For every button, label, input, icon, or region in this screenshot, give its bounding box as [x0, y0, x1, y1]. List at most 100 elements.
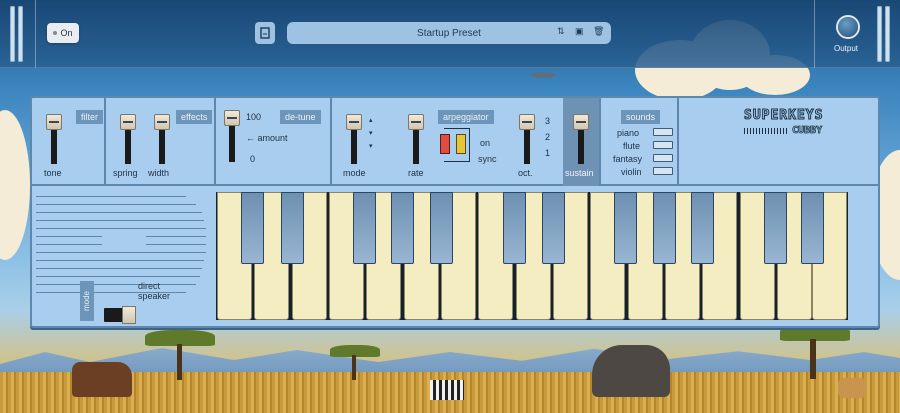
sync-label: sync — [478, 154, 497, 164]
speaker-badge — [102, 230, 146, 252]
input-level-meter-right — [18, 6, 23, 62]
control-strip: filter tone effects spring width 100 de-… — [32, 98, 878, 186]
output-level-meter-left — [877, 6, 882, 62]
sound-flute-label: flute — [623, 141, 641, 151]
antelope — [72, 362, 132, 397]
mode-fader-handle[interactable] — [346, 114, 362, 130]
preset-selector[interactable]: Startup Preset ⇅ ▣ 🗑 — [287, 22, 611, 44]
elephant — [592, 345, 670, 397]
black-key[interactable] — [503, 192, 526, 264]
delete-preset-icon[interactable]: 🗑 — [593, 26, 604, 37]
sound-fantasy-button[interactable] — [653, 154, 673, 162]
power-toggle-button[interactable]: On — [47, 23, 79, 43]
output-level-meter-right — [885, 6, 890, 62]
document-icon — [260, 27, 270, 39]
rate-label: rate — [408, 168, 424, 178]
detune-min-label: 0 — [250, 154, 256, 164]
cloud — [0, 110, 30, 260]
plugin-host-bar: On Startup Preset ⇅ ▣ 🗑 Output — [0, 0, 900, 68]
sound-piano-button[interactable] — [653, 128, 673, 136]
output-label: Output — [834, 44, 859, 53]
direct-speaker-label: direct speaker — [138, 281, 171, 301]
sustain-label: sustain — [565, 168, 594, 178]
logo-stripes — [744, 127, 788, 134]
arpeggiator-section: arpeggiator ▴ ▾ ▾ mode rate on sync 3 2 1 … — [332, 98, 563, 186]
mode-tag: mode — [80, 281, 94, 321]
effects-tag: effects — [176, 110, 213, 124]
octave-value-2: 2 — [545, 132, 551, 142]
sound-fantasy-label: fantasy — [613, 154, 643, 164]
filter-section: filter tone — [32, 98, 106, 186]
acacia-tree — [780, 325, 850, 380]
logo-subtitle: CUBBY — [744, 125, 848, 136]
logo-title: SUPERKEYS — [744, 108, 824, 124]
synth-panel: filter tone effects spring width 100 de-… — [30, 96, 880, 328]
divider — [35, 0, 36, 68]
black-key[interactable] — [653, 192, 676, 264]
mode-label: mode — [343, 168, 366, 178]
black-key[interactable] — [353, 192, 376, 264]
input-level-meter-left — [10, 6, 15, 62]
detune-max-label: 100 — [246, 112, 262, 122]
black-key[interactable] — [614, 192, 637, 264]
superkeys-logo: SUPERKEYS CUBBY — [744, 108, 848, 137]
detune-fader-handle[interactable] — [224, 110, 240, 126]
bird — [530, 72, 556, 78]
sound-flute-button[interactable] — [653, 141, 673, 149]
black-key[interactable] — [241, 192, 264, 264]
black-key[interactable] — [691, 192, 714, 264]
divider — [814, 0, 815, 68]
arp-bracket — [444, 128, 470, 162]
deer — [838, 378, 866, 398]
power-label: On — [60, 28, 73, 38]
on-label: on — [480, 138, 491, 148]
acacia-tree — [330, 345, 380, 380]
filter-tag: filter — [76, 110, 104, 124]
sound-violin-button[interactable] — [653, 167, 673, 175]
direct-speaker-switch[interactable] — [104, 306, 136, 324]
black-key[interactable] — [391, 192, 414, 264]
black-key[interactable] — [801, 192, 824, 264]
acacia-tree — [145, 330, 215, 380]
arrow-left-icon: ← — [246, 133, 255, 143]
sound-piano-label: piano — [617, 128, 640, 138]
black-key[interactable] — [430, 192, 453, 264]
preset-stepper-icon[interactable]: ⇅ — [557, 26, 565, 37]
octave-label: oct. — [518, 168, 533, 178]
black-key[interactable] — [281, 192, 304, 264]
spring-label: spring — [113, 168, 138, 178]
tone-fader-handle[interactable] — [46, 114, 62, 130]
mode-arrows-icon: ▴ ▾ ▾ — [369, 117, 373, 150]
amount-label: amount — [257, 133, 288, 143]
rate-fader-handle[interactable] — [408, 114, 424, 130]
tone-label: tone — [44, 168, 62, 178]
output-volume-knob[interactable] — [838, 17, 858, 37]
octave-value-1: 1 — [545, 148, 551, 158]
effects-section: effects spring width — [106, 98, 216, 186]
width-fader-handle[interactable] — [154, 114, 170, 130]
speaker-grille — [36, 192, 208, 320]
sustain-section: sustain — [563, 98, 599, 186]
detune-amount-label: ← amount — [246, 133, 288, 143]
logo-subtitle-text: CUBBY — [792, 125, 823, 137]
detune-tag: de-tune — [280, 110, 321, 124]
octave-fader-handle[interactable] — [519, 114, 535, 130]
save-preset-icon[interactable]: ▣ — [575, 26, 584, 37]
width-label: width — [148, 168, 170, 178]
spring-fader-handle[interactable] — [120, 114, 136, 130]
keyboard — [216, 192, 848, 320]
sound-violin-label: violin — [621, 167, 642, 177]
direct-speaker-switch-handle[interactable] — [122, 306, 136, 324]
power-indicator-icon — [53, 31, 58, 35]
black-key[interactable] — [542, 192, 565, 264]
preset-browser-button[interactable] — [255, 22, 275, 44]
sounds-tag: sounds — [621, 110, 661, 124]
black-key[interactable] — [764, 192, 787, 264]
sounds-section: sounds piano flute fantasy violin — [599, 98, 679, 186]
preset-name: Startup Preset — [417, 27, 481, 39]
zebra — [430, 380, 464, 400]
octave-value-3: 3 — [545, 116, 551, 126]
sustain-fader-handle[interactable] — [573, 114, 589, 130]
detune-section: 100 de-tune ← amount 0 — [216, 98, 332, 186]
arpeggiator-tag: arpeggiator — [438, 110, 494, 124]
